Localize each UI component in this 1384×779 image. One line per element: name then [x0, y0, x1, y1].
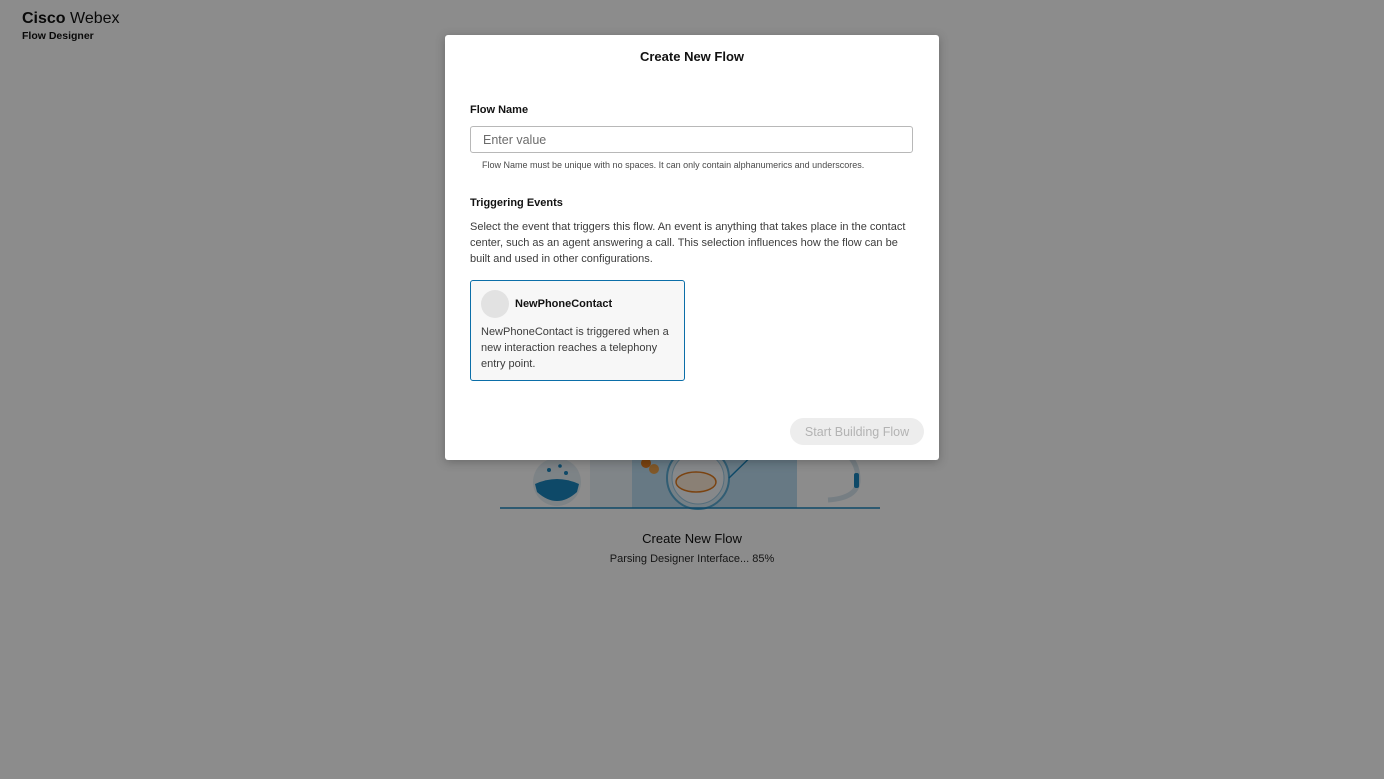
event-description: NewPhoneContact is triggered when a new … — [481, 326, 669, 370]
create-flow-dialog: Create New Flow Flow Name Flow Name must… — [445, 35, 939, 460]
dialog-title: Create New Flow — [639, 49, 745, 64]
event-card-newphonecontact[interactable]: NewPhoneContact NewPhoneContact is trigg… — [470, 280, 685, 381]
flow-name-input[interactable] — [470, 126, 913, 153]
event-name: NewPhoneContact — [515, 298, 613, 310]
triggering-events-description: Select the event that triggers this flow… — [470, 221, 906, 265]
start-building-flow-button[interactable]: Start Building Flow — [790, 418, 924, 445]
event-icon — [481, 290, 509, 318]
flow-name-helper-text: Flow Name must be unique with no spaces.… — [482, 160, 865, 170]
flow-designer-page: Cisco Webex Flow Designer Create New Flo… — [0, 0, 1384, 779]
flow-name-label: Flow Name — [470, 104, 529, 116]
triggering-events-label: Triggering Events — [470, 197, 563, 209]
